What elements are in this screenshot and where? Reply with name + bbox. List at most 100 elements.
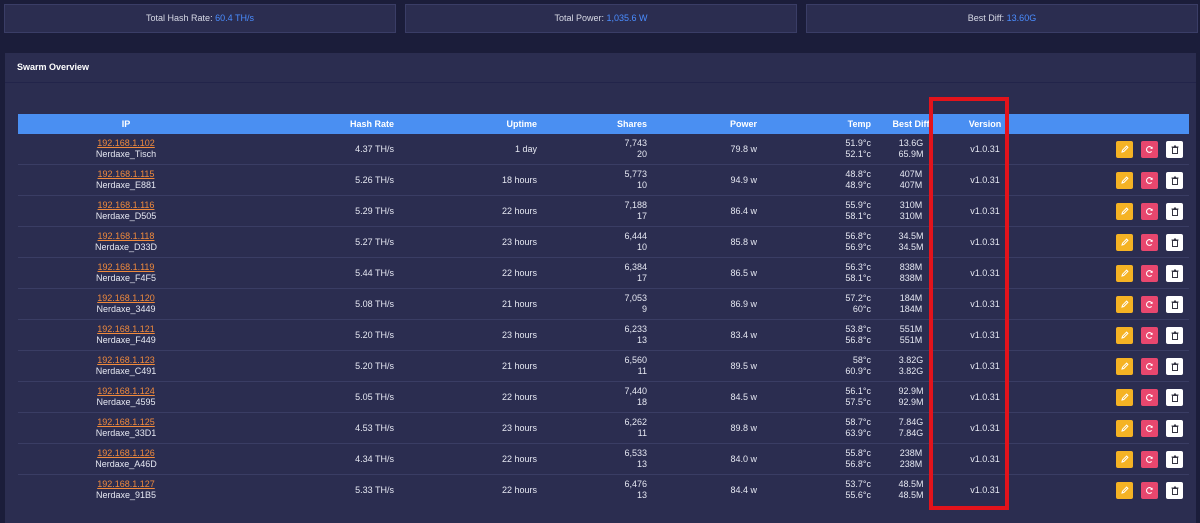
cell-hash-rate: 5.26 TH/s [234,164,394,196]
temp-vr: 57.5°c [845,397,871,407]
table-row: 192.168.1.125 Nerdaxe_33D1 4.53 TH/s 23 hou… [18,412,1189,444]
delete-button[interactable] [1166,264,1183,282]
pencil-icon [1116,268,1133,277]
temp-vr: 58.1°c [845,273,871,283]
edit-button[interactable] [1116,388,1133,406]
ip-link[interactable]: 192.168.1.127 [97,479,155,489]
shares-accepted: 7,743 [624,138,647,148]
edit-button[interactable] [1116,295,1133,313]
ip-link[interactable]: 192.168.1.125 [97,417,155,427]
delete-button[interactable] [1166,388,1183,406]
restart-button[interactable] [1141,419,1158,437]
restart-button[interactable] [1141,233,1158,251]
best-diff-session: 65.9M [898,149,924,159]
cell-hash-rate: 4.53 TH/s [234,412,394,444]
edit-button[interactable] [1116,264,1133,282]
restart-button[interactable] [1141,140,1158,158]
delete-button[interactable] [1166,233,1183,251]
restart-button[interactable] [1141,357,1158,375]
edit-button[interactable] [1116,202,1133,220]
delete-button[interactable] [1166,326,1183,344]
temp-vr: 56.8°c [845,459,871,469]
cell-temp: 56.8°c 56.9°c [757,226,871,258]
cell-hash-rate: 4.34 TH/s [234,443,394,475]
edit-button[interactable] [1116,450,1133,468]
trash-icon [1166,424,1183,433]
cell-uptime: 23 hours [394,412,537,444]
cell-power: 84.0 w [647,443,757,475]
table-row: 192.168.1.115 Nerdaxe_E881 5.26 TH/s 18 hou… [18,164,1189,196]
cell-best-diff: 13.6G 65.9M [871,134,951,165]
best-diff-session: 407M [899,180,923,190]
delete-button[interactable] [1166,419,1183,437]
cell-actions [1019,195,1189,227]
restart-button[interactable] [1141,326,1158,344]
cell-power: 89.5 w [647,350,757,382]
delete-button[interactable] [1166,450,1183,468]
ip-link[interactable]: 192.168.1.121 [97,324,155,334]
pencil-icon [1116,206,1133,215]
shares-rejected: 13 [636,335,647,345]
temp-vr: 63.9°c [845,428,871,438]
cell-version: v1.0.31 [951,474,1019,505]
best-diff-all: 92.9M [898,386,924,396]
refresh-icon [1141,424,1158,433]
ip-link[interactable]: 192.168.1.120 [97,293,155,303]
pencil-icon [1116,330,1133,339]
delete-button[interactable] [1166,295,1183,313]
edit-button[interactable] [1116,233,1133,251]
delete-button[interactable] [1166,140,1183,158]
restart-button[interactable] [1141,171,1158,189]
cell-best-diff: 407M 407M [871,164,951,196]
ip-link[interactable]: 192.168.1.123 [97,355,155,365]
cell-hash-rate: 5.27 TH/s [234,226,394,258]
restart-button[interactable] [1141,202,1158,220]
edit-button[interactable] [1116,357,1133,375]
refresh-icon [1141,331,1158,340]
stat-value: 1,035.6 W [606,13,648,23]
edit-button[interactable] [1116,481,1133,499]
delete-button[interactable] [1166,481,1183,499]
restart-button[interactable] [1141,450,1158,468]
best-diff-all: 310M [899,200,923,210]
restart-button[interactable] [1141,264,1158,282]
cell-ip: 192.168.1.127 Nerdaxe_91B5 [18,474,234,505]
edit-button[interactable] [1116,419,1133,437]
delete-button[interactable] [1166,357,1183,375]
cell-uptime: 18 hours [394,164,537,196]
shares-rejected: 10 [636,242,647,252]
ip-link[interactable]: 192.168.1.102 [97,138,155,148]
ip-link[interactable]: 192.168.1.119 [98,262,155,272]
delete-button[interactable] [1166,202,1183,220]
ip-link[interactable]: 192.168.1.116 [98,200,155,210]
cell-ip: 192.168.1.119 Nerdaxe_F4F5 [18,257,234,289]
temp-vr: 55.6°c [845,490,871,500]
edit-button[interactable] [1116,326,1133,344]
edit-button[interactable] [1116,171,1133,189]
delete-button[interactable] [1166,171,1183,189]
ip-link[interactable]: 192.168.1.126 [97,448,155,458]
cell-hash-rate: 5.44 TH/s [234,257,394,289]
pencil-icon [1116,175,1133,184]
restart-button[interactable] [1141,481,1158,499]
ip-link[interactable]: 192.168.1.118 [98,231,155,241]
cell-best-diff: 7.84G 7.84G [871,412,951,444]
edit-button[interactable] [1116,140,1133,158]
cell-temp: 48.8°c 48.9°c [757,164,871,196]
refresh-icon [1141,362,1158,371]
ip-link[interactable]: 192.168.1.115 [98,169,155,179]
cell-hash-rate: 5.05 TH/s [234,381,394,413]
restart-button[interactable] [1141,388,1158,406]
restart-button[interactable] [1141,295,1158,313]
device-name: Nerdaxe_F4F5 [95,273,157,283]
shares-rejected: 9 [641,304,647,314]
cell-uptime: 22 hours [394,381,537,413]
cell-uptime: 21 hours [394,350,537,382]
trash-icon [1166,455,1183,464]
device-name: Nerdaxe_C491 [95,366,157,376]
ip-link[interactable]: 192.168.1.124 [97,386,155,396]
refresh-icon [1141,145,1158,154]
temp-chip: 55.8°c [845,448,871,458]
cell-version: v1.0.31 [951,195,1019,227]
stat-label: Total Hash Rate: [146,13,213,23]
